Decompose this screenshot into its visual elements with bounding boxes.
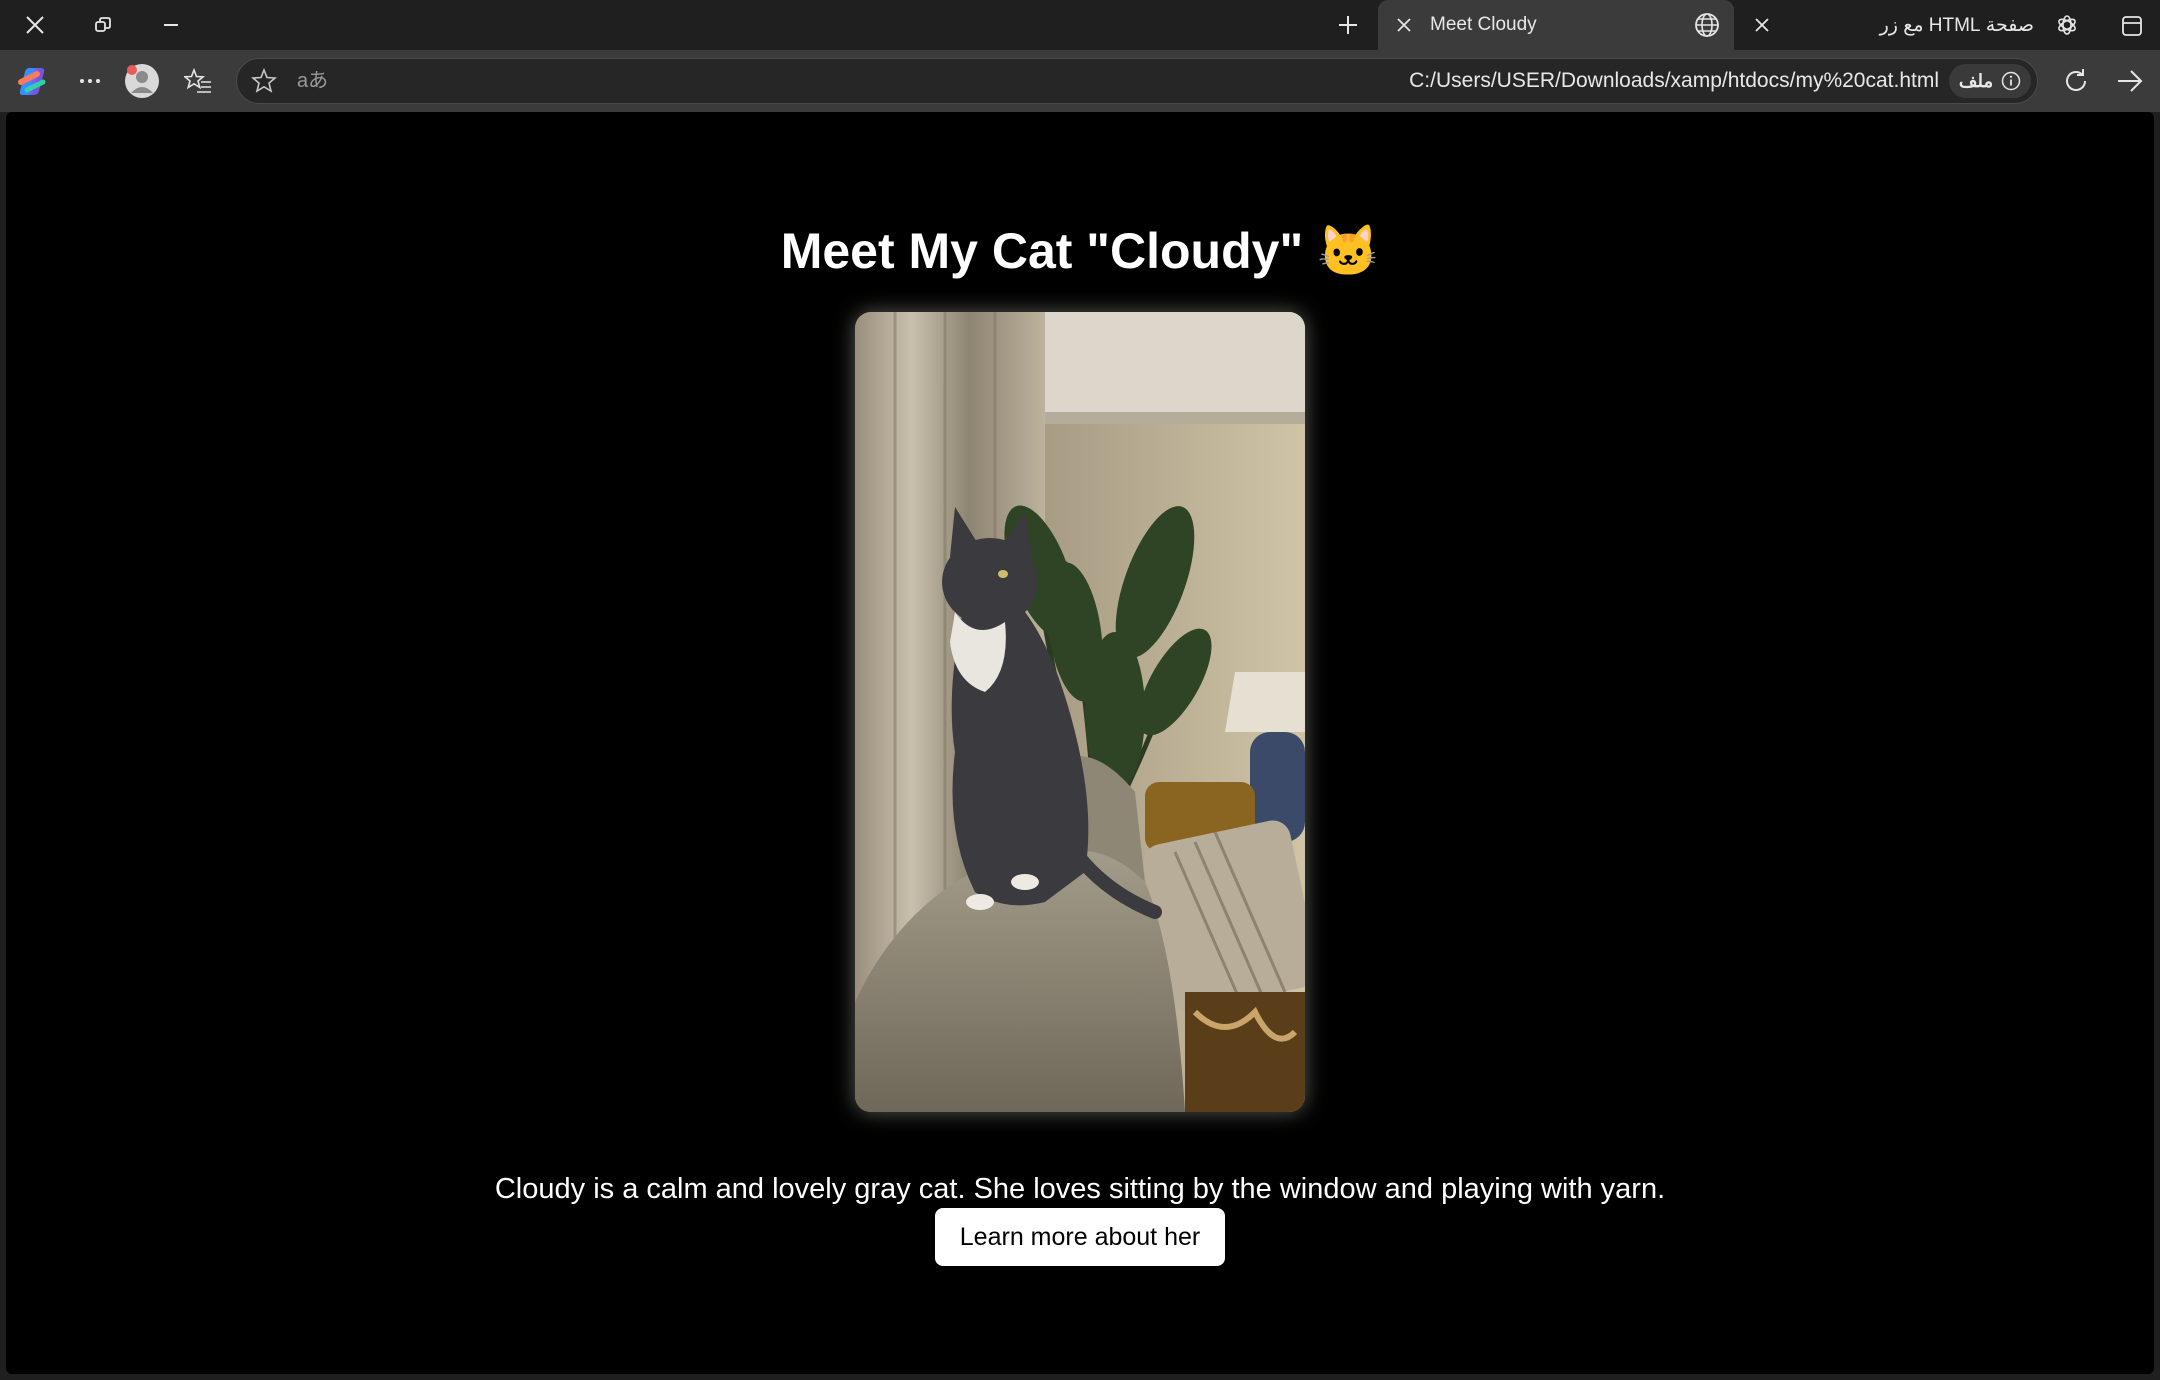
minimize-window-button[interactable]	[138, 0, 204, 50]
learn-more-button[interactable]: Learn more about her	[935, 1208, 1225, 1266]
read-aloud-icon[interactable]: aあ	[297, 59, 328, 103]
refresh-button[interactable]	[2056, 61, 2096, 101]
refresh-icon	[2066, 69, 2086, 91]
cat-photo	[855, 312, 1305, 1112]
info-icon	[2001, 71, 2021, 91]
copilot-button[interactable]	[12, 61, 52, 101]
favorites-list-icon	[184, 68, 211, 93]
tab-close-button[interactable]	[1390, 11, 1418, 39]
tab-strip: Meet Cloudy صفحة HTML مع زر	[0, 0, 2160, 50]
new-tab-button[interactable]	[1330, 7, 1366, 43]
site-info-chip[interactable]: ملف	[1949, 64, 2031, 98]
tab-html-page[interactable]: صفحة HTML مع زر	[1736, 0, 2094, 50]
profile-button[interactable]	[122, 61, 162, 101]
forward-button[interactable]	[2110, 61, 2150, 101]
address-bar[interactable]: aあ C:/Users/USER/Downloads/xamp/htdocs/m…	[236, 58, 2038, 104]
browser-toolbar: aあ C:/Users/USER/Downloads/xamp/htdocs/m…	[0, 50, 2160, 112]
tab-close-button[interactable]	[1748, 11, 1776, 39]
globe-icon	[1692, 10, 1722, 40]
page-title: Meet My Cat "Cloudy" 🐱	[780, 223, 1380, 279]
add-favorite-star-icon[interactable]	[249, 66, 279, 96]
arrow-right-icon	[2118, 70, 2143, 92]
cat-description: Cloudy is a calm and lovely gray cat. Sh…	[494, 1173, 1666, 1205]
more-options-button[interactable]	[70, 61, 110, 101]
url-text[interactable]: C:/Users/USER/Downloads/xamp/htdocs/my%2…	[1409, 59, 1939, 103]
panel-icon	[2122, 16, 2142, 36]
sidebar-toggle-button[interactable]	[2114, 8, 2150, 44]
file-label: ملف	[1958, 70, 1994, 91]
tab-title: صفحة HTML مع زر	[1879, 14, 2034, 36]
ellipsis-icon	[80, 79, 100, 83]
tab-meet-cloudy[interactable]: Meet Cloudy	[1378, 0, 1734, 50]
restore-window-button[interactable]	[70, 0, 136, 50]
tab-title: Meet Cloudy	[1430, 14, 1537, 35]
close-icon	[26, 16, 44, 34]
page-viewport: Meet My Cat "Cloudy" 🐱 Cloudy is a calm …	[6, 112, 2154, 1374]
close-icon	[1755, 18, 1769, 32]
chatgpt-icon	[2052, 10, 2082, 40]
plus-icon	[1339, 16, 1357, 34]
restore-icon	[95, 17, 111, 32]
copilot-icon	[18, 68, 46, 95]
close-window-button[interactable]	[2, 0, 68, 50]
avatar-icon	[125, 64, 159, 98]
minimize-icon	[164, 24, 178, 26]
favorites-button[interactable]	[178, 61, 218, 101]
close-icon	[1397, 18, 1411, 32]
